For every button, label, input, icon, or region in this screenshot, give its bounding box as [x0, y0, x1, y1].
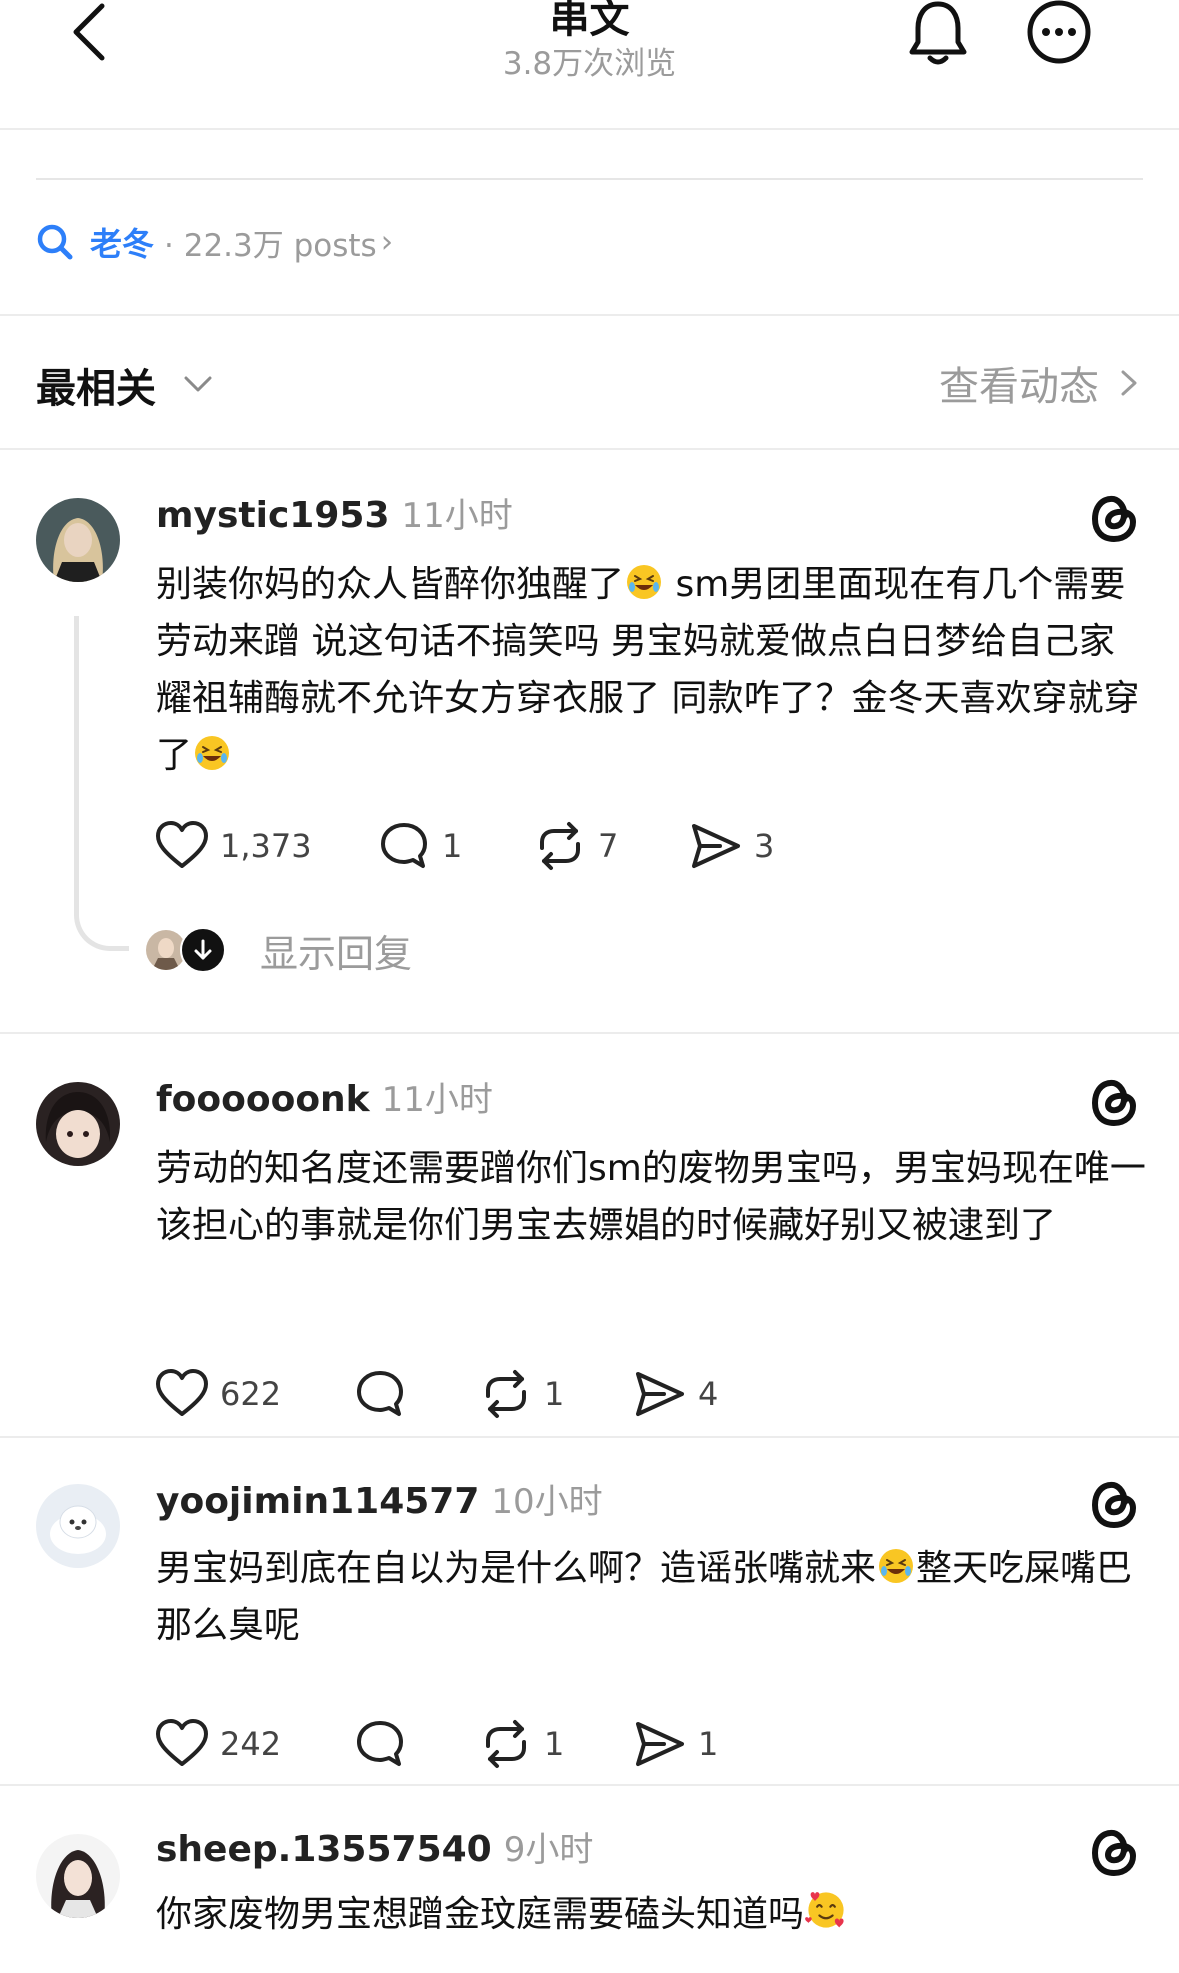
- post-text: 别装你妈的众人皆醉你独醒了 sm男团里面现在有几个需要劳动来蹭 说这句话不搞笑吗…: [156, 562, 1140, 776]
- topic-post-count: · 22.3万 posts: [164, 227, 377, 264]
- post-header: yoojimin114577 10小时: [156, 1474, 603, 1523]
- topic-name: 老冬: [90, 225, 155, 263]
- post: foooooonk 11小时 劳动的知名度还需要蹭你们sm的废物男宝吗，男宝妈现…: [0, 1034, 1179, 1436]
- like-count: 622: [220, 1375, 282, 1413]
- view-count: 3.8万次浏览: [502, 46, 677, 82]
- view-activity-link[interactable]: 查看动态: [939, 354, 1143, 412]
- comment-button[interactable]: [352, 1366, 408, 1422]
- sort-dropdown-label[interactable]: 最相关: [36, 356, 156, 414]
- arrow-down-icon: [180, 927, 226, 973]
- post-text: 劳动的知名度还需要蹭你们sm的废物男宝吗，男宝妈现在唯一该担心的事就是你们男宝去…: [156, 1148, 1146, 1246]
- comment-icon: [376, 818, 432, 874]
- threads-logo-icon[interactable]: [1086, 1824, 1142, 1880]
- share-button[interactable]: 3: [688, 818, 774, 874]
- comment-icon: [352, 1716, 408, 1772]
- share-button[interactable]: 4: [632, 1366, 718, 1422]
- threads-logo-icon[interactable]: [1086, 1476, 1142, 1532]
- share-count: 4: [698, 1375, 719, 1413]
- chevron-down-icon[interactable]: [182, 368, 214, 400]
- repost-button[interactable]: 7: [532, 818, 618, 874]
- share-count: 3: [754, 827, 775, 865]
- divider: [36, 178, 1143, 180]
- joy-emoji: [876, 1546, 916, 1586]
- thread-line: [74, 616, 129, 951]
- share-icon: [632, 1716, 688, 1772]
- repost-button[interactable]: 1: [478, 1716, 564, 1772]
- post: sheep.13557540 9小时 你家废物男宝想蹭金玟庭需要磕头知道吗: [0, 1786, 1179, 1973]
- post-time: 10小时: [491, 1482, 603, 1522]
- comment-button[interactable]: [352, 1716, 408, 1772]
- comment-icon: [352, 1366, 408, 1422]
- rofl-emoji: [624, 562, 664, 602]
- comment-count: 1: [442, 827, 463, 865]
- search-icon: [37, 224, 73, 260]
- avatar[interactable]: [36, 1484, 120, 1568]
- avatar[interactable]: [36, 498, 120, 582]
- threads-logo-icon[interactable]: [1086, 490, 1142, 546]
- like-count: 242: [220, 1725, 282, 1763]
- topic-link[interactable]: 老冬 · 22.3万 posts ›: [36, 214, 393, 270]
- like-button[interactable]: 242: [154, 1716, 281, 1772]
- heart-icon: [154, 818, 210, 874]
- repost-icon: [532, 818, 588, 874]
- heart-icon: [154, 1366, 210, 1422]
- show-replies-label: 显示回复: [260, 931, 413, 976]
- repost-count: 1: [544, 1375, 565, 1413]
- like-count: 1,373: [220, 827, 312, 865]
- chevron-right-icon: [1121, 370, 1137, 396]
- post-time: 11小时: [381, 1080, 493, 1120]
- smiling-face-with-hearts-emoji: [804, 1888, 848, 1932]
- post-header: sheep.13557540 9小时: [156, 1822, 593, 1871]
- username[interactable]: mystic1953: [156, 495, 390, 536]
- share-button[interactable]: 1: [632, 1716, 718, 1772]
- heart-icon: [154, 1716, 210, 1772]
- username[interactable]: sheep.13557540: [156, 1829, 492, 1870]
- post-header: foooooonk 11小时: [156, 1072, 493, 1121]
- more-options-button[interactable]: [1024, 0, 1094, 70]
- post-time: 11小时: [401, 496, 513, 536]
- post-time: 9小时: [503, 1830, 594, 1870]
- sort-bar: 最相关 查看动态: [36, 352, 1143, 422]
- more-icon: [1027, 0, 1091, 64]
- avatar[interactable]: [36, 1082, 120, 1166]
- view-activity-label: 查看动态: [939, 364, 1099, 410]
- post-text: 男宝妈到底在自以为是什么啊？造谣张嘴就来 整天吃屎嘴巴那么臭呢: [156, 1546, 1133, 1646]
- post: yoojimin114577 10小时 男宝妈到底在自以为是什么啊？造谣张嘴就来…: [0, 1438, 1179, 1784]
- divider: [0, 314, 1179, 316]
- repost-count: 1: [544, 1725, 565, 1763]
- show-replies-button[interactable]: 显示回复: [144, 922, 412, 978]
- threads-logo-icon[interactable]: [1086, 1074, 1142, 1130]
- repost-button[interactable]: 1: [478, 1366, 564, 1422]
- share-count: 1: [698, 1725, 719, 1763]
- rofl-emoji: [192, 733, 232, 773]
- post-header: mystic1953 11小时: [156, 488, 513, 537]
- repost-count: 7: [598, 827, 619, 865]
- username[interactable]: yoojimin114577: [156, 1481, 479, 1522]
- post-text: 你家废物男宝想蹭金玟庭需要磕头知道吗: [156, 1886, 1146, 1943]
- repost-icon: [478, 1366, 534, 1422]
- share-icon: [688, 818, 744, 874]
- share-icon: [632, 1366, 688, 1422]
- notifications-button[interactable]: [906, 0, 970, 68]
- like-button[interactable]: 622: [154, 1366, 281, 1422]
- bell-icon: [909, 1, 967, 65]
- top-nav-bar: 串文 3.8万次浏览: [0, 0, 1179, 130]
- chevron-right-icon: ›: [380, 224, 394, 260]
- like-button[interactable]: 1,373: [154, 818, 312, 874]
- repost-icon: [478, 1716, 534, 1772]
- comment-button[interactable]: 1: [376, 818, 462, 874]
- username[interactable]: foooooonk: [156, 1079, 370, 1120]
- avatar[interactable]: [36, 1834, 120, 1918]
